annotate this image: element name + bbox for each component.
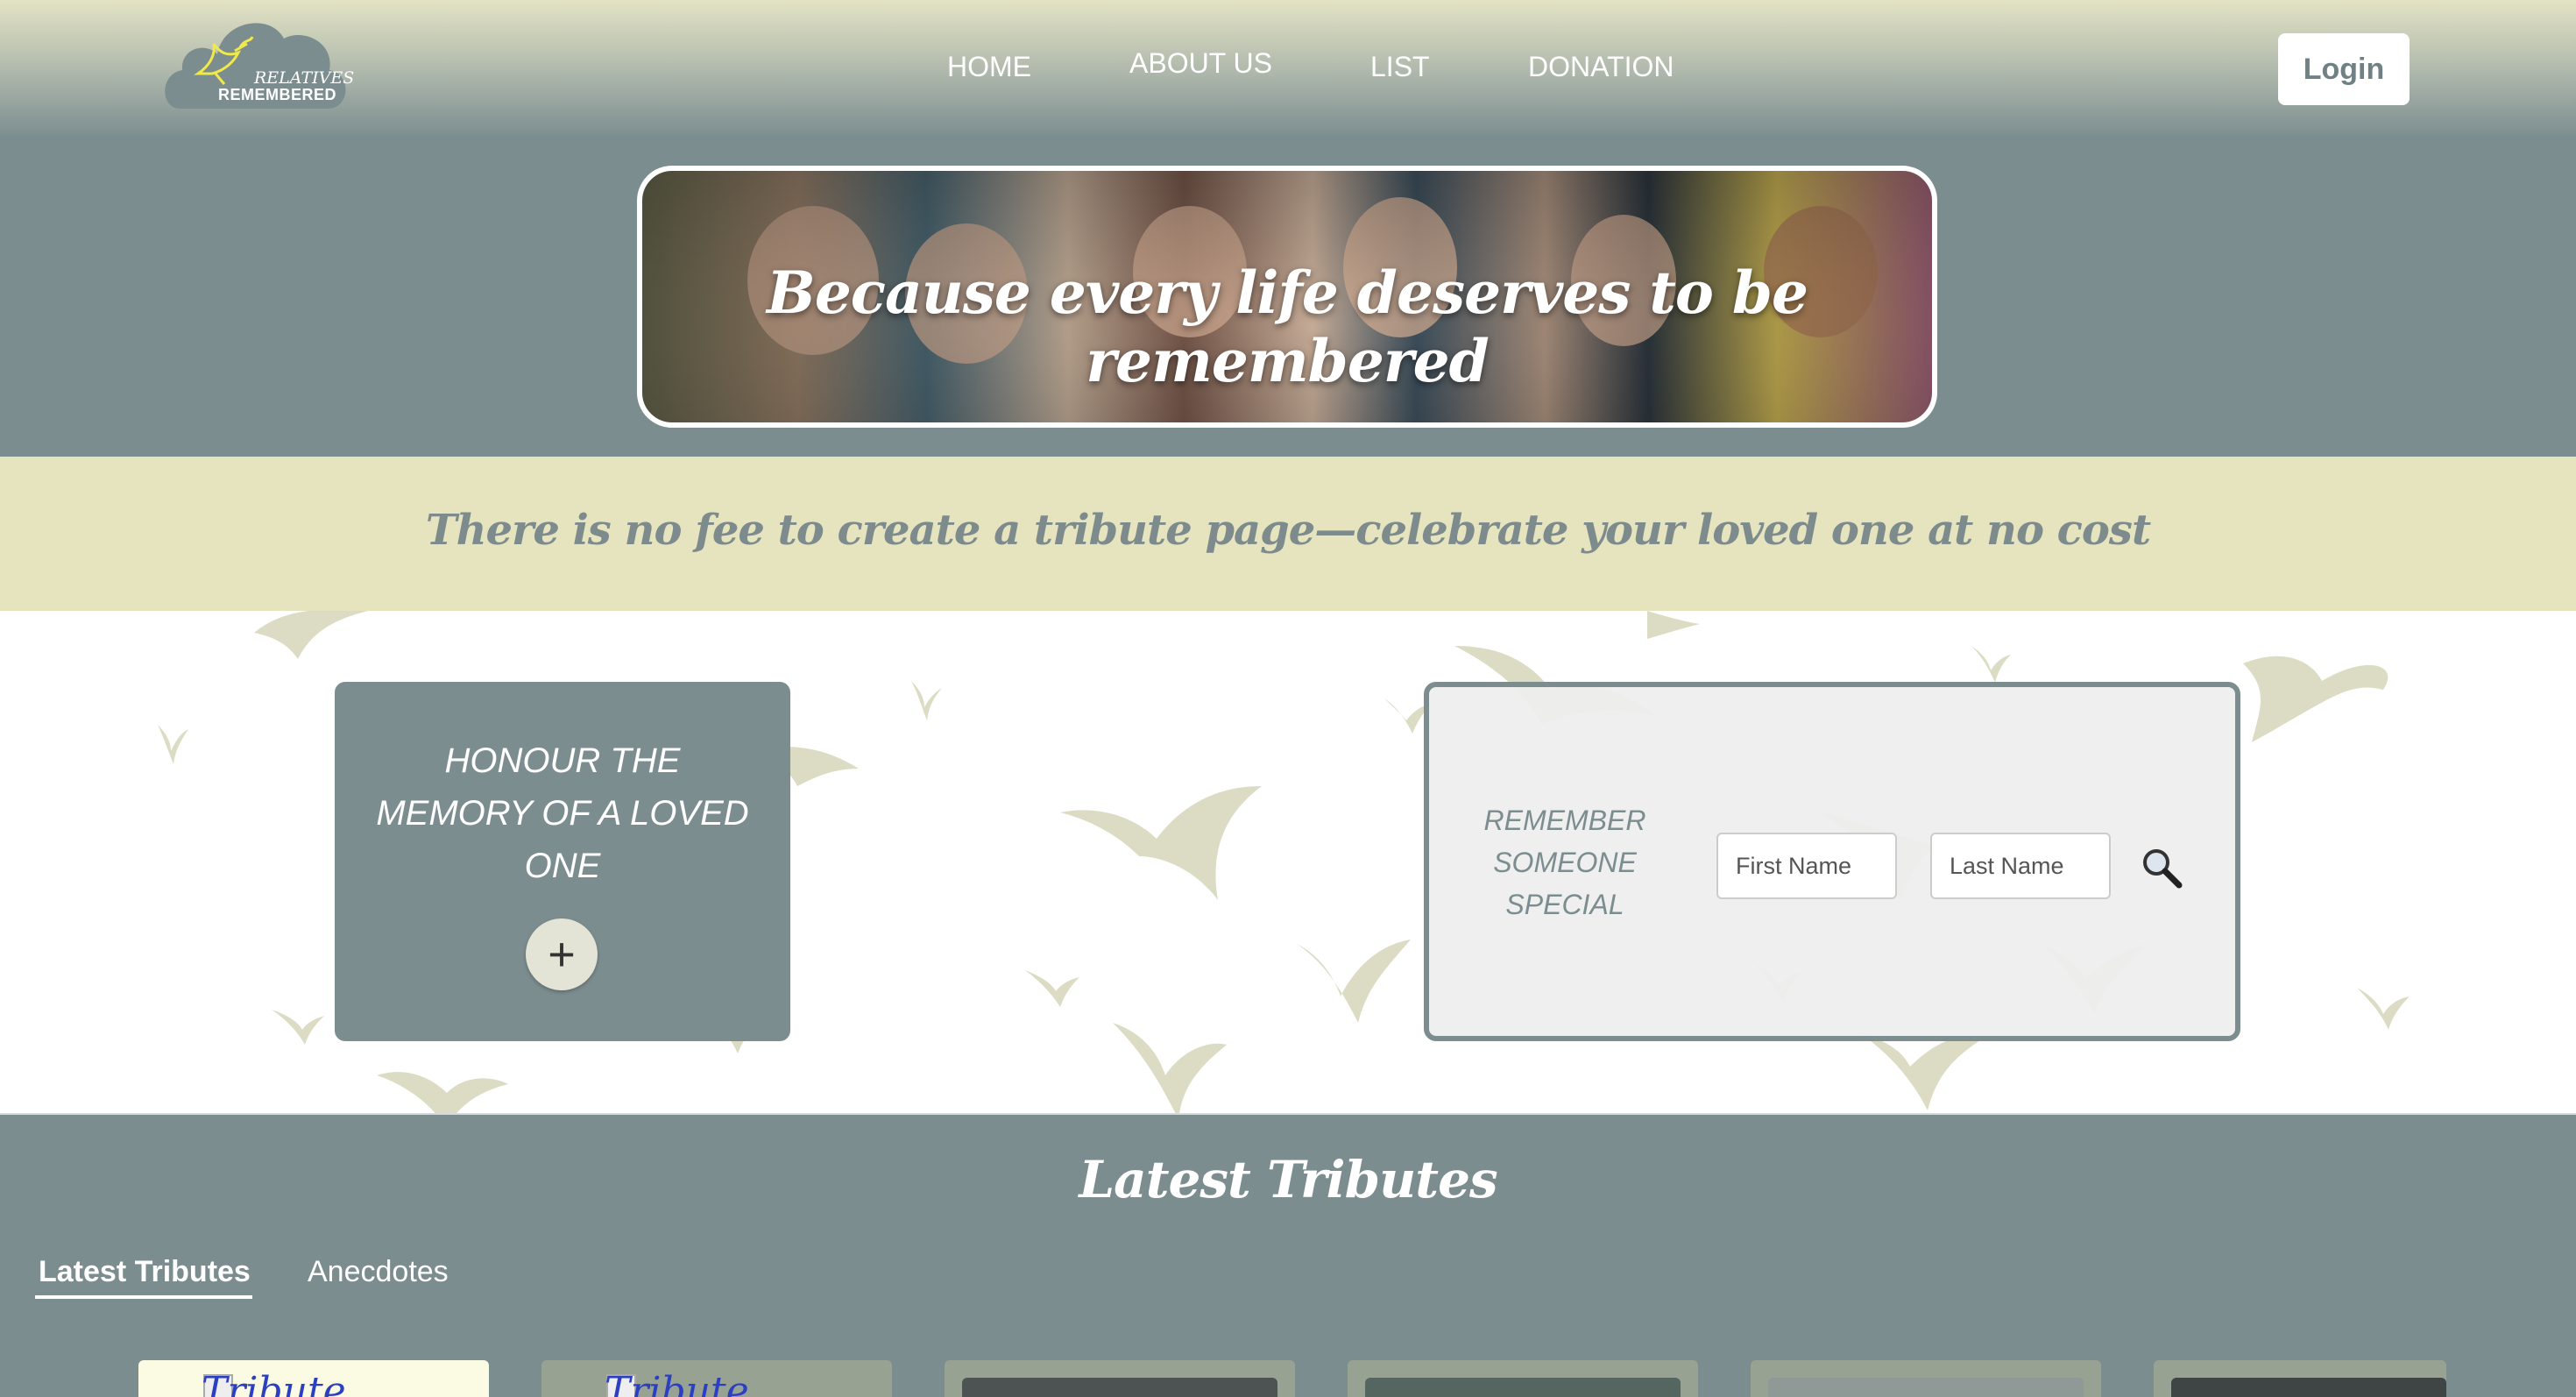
search-label: REMEMBER SOMEONE SPECIAL: [1483, 805, 1646, 920]
nav-home[interactable]: HOME: [947, 51, 1031, 83]
logo-text-remembered: REMEMBERED: [218, 86, 337, 103]
nav-about-us[interactable]: ABOUT US: [1129, 47, 1272, 80]
tab-latest-tributes[interactable]: Latest Tributes: [39, 1255, 251, 1289]
first-name-input[interactable]: [1716, 833, 1897, 899]
last-name-input[interactable]: [1930, 833, 2111, 899]
honour-memory-text: HONOUR THE MEMORY OF A LOVED ONE: [376, 741, 749, 885]
logo-text-relatives: RELATIVES: [254, 68, 355, 88]
tribute-card-alt-text: Tribute heading: [605, 1369, 749, 1397]
tribute-card-alt-text: Tribute heading: [202, 1369, 346, 1397]
login-button[interactable]: Login: [2278, 33, 2410, 105]
search-card: REMEMBER SOMEONE SPECIAL: [1424, 682, 2240, 1041]
latest-tributes-title: Latest Tributes: [1079, 1150, 1497, 1209]
tribute-card[interactable]: [1751, 1360, 2101, 1397]
latest-tributes-section: Latest Tributes Latest Tributes Anecdote…: [0, 1113, 2576, 1397]
nav-list[interactable]: LIST: [1370, 51, 1430, 83]
site-header: RELATIVES REMEMBERED HOME ABOUT US LIST …: [0, 0, 2576, 135]
tribute-card[interactable]: Tribute heading: [138, 1360, 489, 1397]
tribute-card[interactable]: [2154, 1360, 2446, 1397]
tribute-card[interactable]: Tribute heading: [541, 1360, 892, 1397]
honour-memory-card: HONOUR THE MEMORY OF A LOVED ONE +: [335, 682, 790, 1041]
fee-text: There is no fee to create a tribute page…: [425, 506, 2151, 555]
tribute-card[interactable]: [945, 1360, 1295, 1397]
tribute-card[interactable]: [1348, 1360, 1698, 1397]
active-tab-underline: [35, 1295, 252, 1299]
tab-anecdotes[interactable]: Anecdotes: [308, 1255, 449, 1289]
fee-banner: There is no fee to create a tribute page…: [0, 457, 2576, 611]
hero-banner-text: Because every life deserves to be rememb…: [767, 259, 1808, 395]
add-tribute-button[interactable]: +: [526, 918, 598, 990]
nav-donation[interactable]: DONATION: [1528, 51, 1674, 83]
search-icon[interactable]: [2139, 845, 2184, 890]
hero-banner-image: Because every life deserves to be rememb…: [637, 166, 1937, 428]
